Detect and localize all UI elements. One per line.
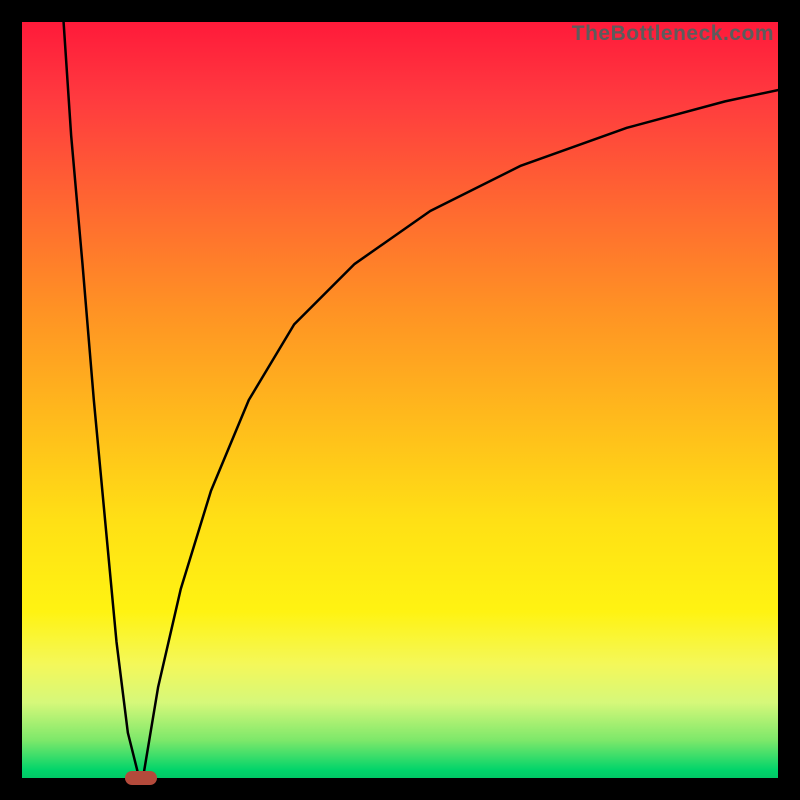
left-branch-curve [64,22,140,778]
plot-area: TheBottleneck.com [22,22,778,778]
chart-curves [22,22,778,778]
chart-frame: TheBottleneck.com [0,0,800,800]
minimum-marker [125,771,157,785]
right-branch-curve [143,90,778,778]
